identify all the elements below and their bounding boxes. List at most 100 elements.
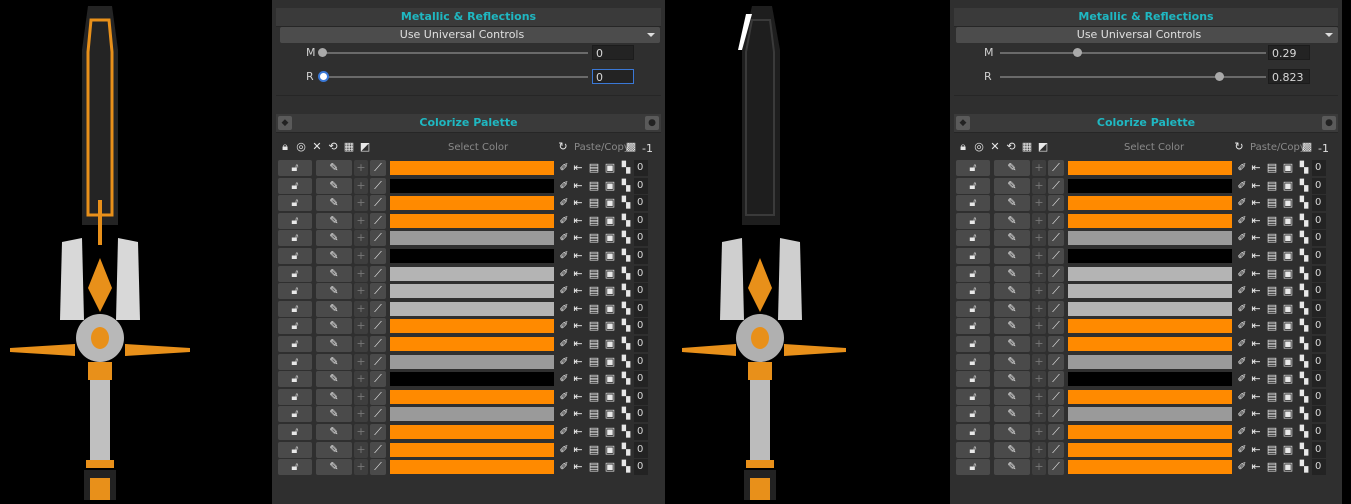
- curve-icon[interactable]: ⟋: [370, 354, 386, 370]
- curve-icon[interactable]: ⟋: [370, 459, 386, 475]
- reset-icon[interactable]: ⇤: [572, 354, 584, 370]
- add-icon[interactable]: +: [1032, 354, 1046, 370]
- swap-icon[interactable]: ◩: [358, 140, 372, 154]
- lock-icon[interactable]: 🔓︎: [278, 230, 312, 246]
- lock-all-icon[interactable]: 🔒︎: [278, 140, 292, 154]
- eyedropper-icon[interactable]: ✐: [558, 213, 570, 229]
- lock-icon[interactable]: 🔓︎: [956, 213, 990, 229]
- add-icon[interactable]: +: [354, 230, 368, 246]
- eyedropper-icon[interactable]: ✐: [1236, 336, 1248, 352]
- lock-icon[interactable]: 🔓︎: [956, 301, 990, 317]
- brush-icon[interactable]: ✎: [994, 195, 1030, 211]
- reflection-value-field[interactable]: 0.823: [1268, 69, 1310, 84]
- eyedropper-icon[interactable]: ✐: [558, 318, 570, 334]
- eyedropper-icon[interactable]: ✐: [558, 160, 570, 176]
- row-value[interactable]: 0: [634, 406, 648, 422]
- copy-icon[interactable]: ▣: [604, 160, 616, 176]
- brush-icon[interactable]: ✎: [316, 389, 352, 405]
- color-swatch[interactable]: [1068, 372, 1232, 386]
- paste-icon[interactable]: ▤: [1266, 301, 1278, 317]
- pattern-icon[interactable]: ▩: [624, 140, 638, 154]
- copy-icon[interactable]: ▣: [604, 266, 616, 282]
- brush-icon[interactable]: ✎: [994, 160, 1030, 176]
- add-icon[interactable]: +: [354, 424, 368, 440]
- paste-icon[interactable]: ▤: [588, 266, 600, 282]
- paste-icon[interactable]: ▤: [588, 213, 600, 229]
- loop-icon[interactable]: ⟲: [326, 140, 340, 154]
- add-icon[interactable]: +: [1032, 336, 1046, 352]
- row-value[interactable]: 0: [1312, 195, 1326, 211]
- curve-icon[interactable]: ⟋: [1048, 178, 1064, 194]
- lock-icon[interactable]: 🔓︎: [278, 354, 312, 370]
- lock-icon[interactable]: 🔓︎: [278, 301, 312, 317]
- curve-icon[interactable]: ⟋: [370, 160, 386, 176]
- color-swatch[interactable]: [1068, 161, 1232, 175]
- copy-icon[interactable]: ▣: [1282, 318, 1294, 334]
- reset-icon[interactable]: ⇤: [572, 213, 584, 229]
- reset-icon[interactable]: ⇤: [572, 266, 584, 282]
- add-icon[interactable]: +: [1032, 442, 1046, 458]
- brush-icon[interactable]: ✎: [316, 442, 352, 458]
- curve-icon[interactable]: ⟋: [370, 301, 386, 317]
- add-icon[interactable]: +: [1032, 424, 1046, 440]
- copy-icon[interactable]: ▣: [604, 318, 616, 334]
- eyedropper-icon[interactable]: ✐: [1236, 283, 1248, 299]
- row-value[interactable]: 0: [1312, 371, 1326, 387]
- brush-icon[interactable]: ✎: [316, 230, 352, 246]
- color-swatch[interactable]: [390, 319, 554, 333]
- row-value[interactable]: 0: [634, 354, 648, 370]
- lock-icon[interactable]: 🔓︎: [956, 442, 990, 458]
- checker-icon[interactable]: ▚: [1298, 442, 1310, 458]
- color-swatch[interactable]: [390, 425, 554, 439]
- eyedropper-icon[interactable]: ✐: [558, 442, 570, 458]
- lock-icon[interactable]: 🔓︎: [278, 459, 312, 475]
- reset-icon[interactable]: ⇤: [1250, 318, 1262, 334]
- color-swatch[interactable]: [390, 302, 554, 316]
- color-swatch[interactable]: [1068, 407, 1232, 421]
- eyedropper-icon[interactable]: ✐: [1236, 442, 1248, 458]
- reset-icon[interactable]: ⇤: [572, 459, 584, 475]
- copy-icon[interactable]: ▣: [604, 389, 616, 405]
- lock-icon[interactable]: 🔓︎: [956, 354, 990, 370]
- checker-icon[interactable]: ▚: [1298, 336, 1310, 352]
- lock-icon[interactable]: 🔓︎: [956, 318, 990, 334]
- add-icon[interactable]: +: [1032, 178, 1046, 194]
- color-swatch[interactable]: [390, 214, 554, 228]
- color-swatch[interactable]: [1068, 179, 1232, 193]
- color-swatch[interactable]: [1068, 425, 1232, 439]
- reflection-slider-track[interactable]: [1000, 76, 1266, 78]
- curve-icon[interactable]: ⟋: [370, 248, 386, 264]
- reset-icon[interactable]: ⇤: [572, 160, 584, 176]
- row-value[interactable]: 0: [634, 195, 648, 211]
- paste-icon[interactable]: ▤: [1266, 195, 1278, 211]
- checker-icon[interactable]: ▚: [1298, 354, 1310, 370]
- copy-icon[interactable]: ▣: [604, 442, 616, 458]
- brush-icon[interactable]: ✎: [316, 318, 352, 334]
- row-value[interactable]: 0: [634, 318, 648, 334]
- color-swatch[interactable]: [390, 407, 554, 421]
- row-value[interactable]: 0: [1312, 336, 1326, 352]
- swap-icon[interactable]: ◩: [1036, 140, 1050, 154]
- lock-icon[interactable]: 🔓︎: [278, 248, 312, 264]
- lock-icon[interactable]: 🔓︎: [956, 424, 990, 440]
- universal-controls-dropdown[interactable]: Use Universal Controls: [956, 27, 1338, 43]
- checker-icon[interactable]: ▚: [620, 442, 632, 458]
- eyedropper-icon[interactable]: ✐: [558, 178, 570, 194]
- metallic-slider-knob[interactable]: [318, 48, 327, 57]
- brush-icon[interactable]: ✎: [994, 424, 1030, 440]
- row-value[interactable]: 0: [1312, 230, 1326, 246]
- brush-icon[interactable]: ✎: [316, 336, 352, 352]
- copy-icon[interactable]: ▣: [604, 371, 616, 387]
- eyedropper-icon[interactable]: ✐: [558, 336, 570, 352]
- brush-icon[interactable]: ✎: [316, 406, 352, 422]
- color-swatch[interactable]: [1068, 214, 1232, 228]
- color-swatch[interactable]: [1068, 249, 1232, 263]
- lock-icon[interactable]: 🔓︎: [956, 178, 990, 194]
- add-icon[interactable]: +: [1032, 230, 1046, 246]
- checker-icon[interactable]: ▚: [620, 248, 632, 264]
- eyedropper-icon[interactable]: ✐: [558, 283, 570, 299]
- brush-icon[interactable]: ✎: [316, 283, 352, 299]
- reset-icon[interactable]: ⇤: [572, 336, 584, 352]
- paste-icon[interactable]: ▤: [588, 160, 600, 176]
- reset-icon[interactable]: ⇤: [572, 406, 584, 422]
